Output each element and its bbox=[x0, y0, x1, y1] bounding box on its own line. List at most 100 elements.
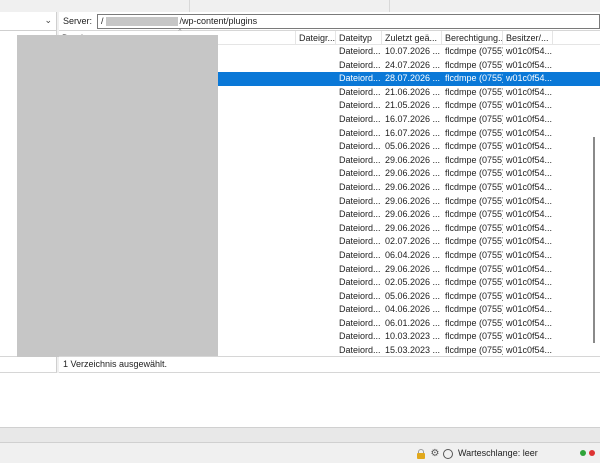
cell-permissions: flcdmpe (0755) bbox=[445, 113, 503, 124]
cell-permissions: flcdmpe (0755) bbox=[445, 100, 503, 111]
column-header-owner[interactable]: Besitzer/... bbox=[503, 31, 553, 45]
remote-scrollbar[interactable] bbox=[593, 137, 595, 343]
cell-size bbox=[296, 140, 336, 154]
cell-type: Dateiord... bbox=[339, 113, 381, 124]
cell-type: Dateiord... bbox=[339, 317, 381, 328]
cell-modified: 29.06.2026 ... bbox=[385, 195, 441, 206]
cell-modified: 16.07.2026 ... bbox=[385, 113, 441, 124]
queue-tab-bar bbox=[0, 427, 600, 443]
cell-permissions: flcdmpe (0755) bbox=[445, 195, 503, 206]
cell-owner: w01c0f54... bbox=[506, 317, 553, 328]
cell-size bbox=[296, 154, 336, 168]
cell-type: Dateiord... bbox=[339, 222, 381, 233]
cell-owner: w01c0f54... bbox=[506, 127, 553, 138]
redacted-filenames bbox=[17, 35, 218, 357]
gear-icon: ⚙ bbox=[430, 448, 440, 459]
cell-permissions: flcdmpe (0755) bbox=[445, 209, 503, 220]
cell-type: Dateiord... bbox=[339, 127, 381, 138]
cell-type: Dateiord... bbox=[339, 249, 381, 260]
cell-owner: w01c0f54... bbox=[506, 181, 553, 192]
cell-type: Dateiord... bbox=[339, 46, 381, 56]
activity-led-green-icon bbox=[580, 450, 586, 456]
cell-modified: 29.06.2026 ... bbox=[385, 181, 441, 192]
activity-led-red-icon bbox=[589, 450, 595, 456]
cell-permissions: flcdmpe (0755) bbox=[445, 46, 503, 56]
cell-owner: w01c0f54... bbox=[506, 100, 553, 111]
cell-size bbox=[296, 208, 336, 222]
server-path-prefix: / bbox=[101, 16, 104, 26]
cell-owner: w01c0f54... bbox=[506, 59, 553, 70]
remote-status-bar: 1 Verzeichnis ausgewählt. bbox=[59, 356, 600, 373]
cell-type: Dateiord... bbox=[339, 195, 381, 206]
cell-modified: 21.05.2026 ... bbox=[385, 100, 441, 111]
cell-permissions: flcdmpe (0755) bbox=[445, 277, 503, 288]
cell-modified: 28.07.2026 ... bbox=[385, 73, 441, 84]
cell-permissions: flcdmpe (0755) bbox=[445, 168, 503, 179]
cell-owner: w01c0f54... bbox=[506, 113, 553, 124]
cell-size bbox=[296, 276, 336, 290]
cell-size bbox=[296, 222, 336, 236]
cell-type: Dateiord... bbox=[339, 209, 381, 220]
cell-size bbox=[296, 72, 336, 86]
cell-owner: w01c0f54... bbox=[506, 345, 553, 356]
cell-permissions: flcdmpe (0755) bbox=[445, 141, 503, 152]
cell-type: Dateiord... bbox=[339, 86, 381, 97]
cell-size bbox=[296, 86, 336, 100]
cell-permissions: flcdmpe (0755) bbox=[445, 304, 503, 315]
cell-type: Dateiord... bbox=[339, 141, 381, 152]
cell-owner: w01c0f54... bbox=[506, 304, 553, 315]
top-toolbar-strip bbox=[0, 0, 600, 12]
local-status-bar bbox=[0, 356, 57, 373]
cell-size bbox=[296, 344, 336, 356]
cell-modified: 05.06.2026 ... bbox=[385, 141, 441, 152]
cell-owner: w01c0f54... bbox=[506, 168, 553, 179]
server-label: Server: bbox=[63, 16, 93, 26]
cell-size bbox=[296, 113, 336, 127]
cell-type: Dateiord... bbox=[339, 277, 381, 288]
cell-modified: 02.07.2026 ... bbox=[385, 236, 441, 247]
cell-size bbox=[296, 45, 336, 59]
cell-permissions: flcdmpe (0755) bbox=[445, 317, 503, 328]
cell-permissions: flcdmpe (0755) bbox=[445, 345, 503, 356]
cell-permissions: flcdmpe (0755) bbox=[445, 263, 503, 274]
cell-type: Dateiord... bbox=[339, 154, 381, 165]
server-path-suffix: /wp-content/plugins bbox=[179, 16, 258, 26]
cell-modified: 04.06.2026 ... bbox=[385, 304, 441, 315]
toolbar-segment bbox=[0, 0, 190, 12]
cell-size bbox=[296, 317, 336, 331]
cell-type: Dateiord... bbox=[339, 304, 381, 315]
cell-type: Dateiord... bbox=[339, 236, 381, 247]
cell-size bbox=[296, 263, 336, 277]
transfer-queue-pane[interactable] bbox=[0, 373, 600, 427]
cell-modified: 29.06.2026 ... bbox=[385, 263, 441, 274]
chevron-down-icon[interactable]: ⌄ bbox=[44, 15, 52, 26]
cell-permissions: flcdmpe (0755) bbox=[445, 154, 503, 165]
column-header-permissions[interactable]: Berechtigung... bbox=[442, 31, 503, 45]
cell-owner: w01c0f54... bbox=[506, 277, 553, 288]
speed-limit-icon[interactable] bbox=[443, 449, 453, 459]
cell-size bbox=[296, 303, 336, 317]
cell-type: Dateiord... bbox=[339, 73, 381, 84]
local-path-combo[interactable]: ⌄ bbox=[0, 12, 56, 31]
column-header-type[interactable]: Dateityp bbox=[336, 31, 382, 45]
cell-modified: 02.05.2026 ... bbox=[385, 277, 441, 288]
cell-owner: w01c0f54... bbox=[506, 249, 553, 260]
cell-owner: w01c0f54... bbox=[506, 263, 553, 274]
cell-owner: w01c0f54... bbox=[506, 154, 553, 165]
cell-owner: w01c0f54... bbox=[506, 236, 553, 247]
cell-type: Dateiord... bbox=[339, 331, 381, 342]
cell-permissions: flcdmpe (0755) bbox=[445, 222, 503, 233]
cell-type: Dateiord... bbox=[339, 100, 381, 111]
cell-modified: 10.07.2026 ... bbox=[385, 46, 441, 56]
cell-permissions: flcdmpe (0755) bbox=[445, 181, 503, 192]
cell-modified: 21.06.2026 ... bbox=[385, 86, 441, 97]
cell-owner: w01c0f54... bbox=[506, 222, 553, 233]
column-header-modified[interactable]: Zuletzt geä... bbox=[382, 31, 442, 45]
cell-permissions: flcdmpe (0755) bbox=[445, 73, 503, 84]
cell-type: Dateiord... bbox=[339, 263, 381, 274]
column-header-size[interactable]: Dateigr... bbox=[296, 31, 336, 45]
cell-modified: 16.07.2026 ... bbox=[385, 127, 441, 138]
cell-size bbox=[296, 127, 336, 141]
server-path-input[interactable]: / /wp-content/plugins bbox=[97, 13, 600, 29]
cell-owner: w01c0f54... bbox=[506, 73, 553, 84]
